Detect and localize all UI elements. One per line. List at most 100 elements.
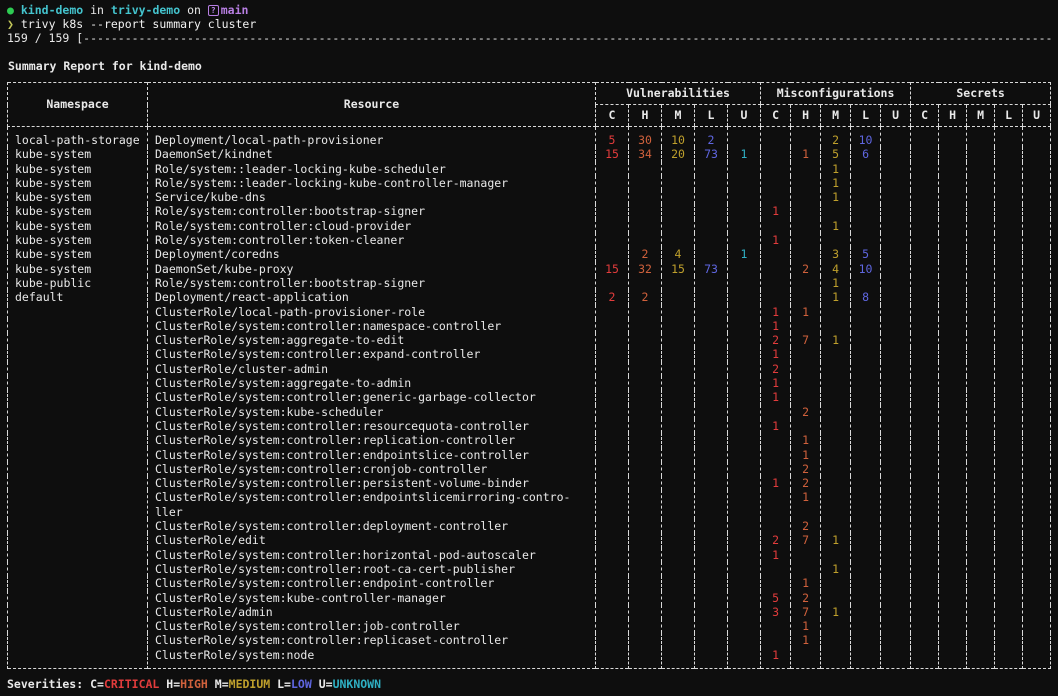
table-row: ClusterRole/system:controller:replicatio… [8, 433, 1051, 447]
legend-severity-name: CRITICAL [104, 677, 159, 691]
count-cell [596, 219, 629, 233]
count-cell [881, 333, 911, 347]
count-cell [596, 433, 629, 447]
count-cell: 5 [821, 147, 851, 161]
count-cell [851, 276, 881, 290]
count-cell [881, 405, 911, 419]
count-cell [761, 276, 791, 290]
count-cell [662, 605, 695, 619]
count-cell: 1 [821, 333, 851, 347]
count-cell [939, 533, 967, 547]
count-cell [662, 419, 695, 433]
namespace-cell [8, 333, 148, 347]
count-cell: 7 [791, 333, 821, 347]
table-row: kube-systemDaemonSet/kube-proxy153215732… [8, 262, 1051, 276]
count-cell [821, 548, 851, 562]
resource-cell: DaemonSet/kube-proxy [148, 262, 596, 276]
count-cell [791, 376, 821, 390]
prompt-status-icon: ● [7, 3, 14, 17]
terminal-screen[interactable]: ● kind-demo in trivy-demo on ?main ❯ tri… [0, 0, 1058, 694]
count-cell [911, 562, 939, 576]
count-cell [1023, 576, 1051, 590]
count-cell [967, 462, 995, 476]
resource-cell: ClusterRole/system:controller:generic-ga… [148, 390, 596, 404]
namespace-cell: kube-system [8, 262, 148, 276]
count-cell [851, 390, 881, 404]
table-row: kube-systemDaemonSet/kindnet153420731156 [8, 147, 1051, 161]
progress-line: 159 / 159 [-----------------------------… [7, 31, 1051, 45]
count-cell [596, 490, 629, 519]
table-row: ClusterRole/system:aggregate-to-admin1 [8, 376, 1051, 390]
count-cell [662, 576, 695, 590]
count-cell [911, 591, 939, 605]
severity-column-header: U [728, 105, 761, 127]
count-cell: 7 [791, 533, 821, 547]
severity-column-header: U [1023, 105, 1051, 127]
table-row: ClusterRole/cluster-admin2 [8, 362, 1051, 376]
count-cell [911, 347, 939, 361]
count-cell [761, 448, 791, 462]
count-cell [881, 176, 911, 190]
count-cell [911, 376, 939, 390]
count-cell [995, 591, 1023, 605]
count-cell [967, 147, 995, 161]
severity-column-header: H [939, 105, 967, 127]
legend-key: H= [166, 677, 180, 691]
count-cell [851, 376, 881, 390]
count-cell [596, 376, 629, 390]
table-row: ClusterRole/system:controller:job-contro… [8, 619, 1051, 633]
count-cell [791, 190, 821, 204]
resource-cell: ClusterRole/system:controller:endpoint-c… [148, 576, 596, 590]
count-cell [851, 519, 881, 533]
resource-cell: ClusterRole/system:node [148, 648, 596, 669]
count-cell [1023, 648, 1051, 669]
count-cell [851, 462, 881, 476]
count-cell [939, 548, 967, 562]
count-cell [629, 490, 662, 519]
count-cell [821, 519, 851, 533]
table-row: ClusterRole/system:controller:persistent… [8, 476, 1051, 490]
namespace-cell [8, 605, 148, 619]
count-cell [939, 262, 967, 276]
count-cell [911, 204, 939, 218]
count-cell [629, 362, 662, 376]
severity-column-header: M [821, 105, 851, 127]
count-cell [629, 448, 662, 462]
count-cell [695, 204, 728, 218]
count-cell [967, 376, 995, 390]
legend-item: L=LOW [277, 677, 312, 691]
count-cell [821, 376, 851, 390]
count-cell: 4 [662, 247, 695, 261]
resource-cell: Deployment/react-application [148, 290, 596, 304]
count-cell [728, 490, 761, 519]
count-cell [728, 591, 761, 605]
count-cell [995, 176, 1023, 190]
severity-column-header: H [791, 105, 821, 127]
count-cell [967, 605, 995, 619]
count-cell [596, 519, 629, 533]
table-row: kube-systemRole/system::leader-locking-k… [8, 162, 1051, 176]
resource-cell: Deployment/coredns [148, 247, 596, 261]
count-cell [596, 476, 629, 490]
namespace-cell [8, 390, 148, 404]
count-cell [596, 619, 629, 633]
count-cell [881, 219, 911, 233]
count-cell: 1 [761, 233, 791, 247]
namespace-cell [8, 562, 148, 576]
count-cell: 2 [791, 462, 821, 476]
count-cell [911, 390, 939, 404]
count-cell [911, 519, 939, 533]
count-cell [662, 633, 695, 647]
count-cell [881, 448, 911, 462]
table-row: kube-systemRole/system:controller:bootst… [8, 204, 1051, 218]
count-cell [695, 333, 728, 347]
count-cell [596, 247, 629, 261]
count-cell [911, 419, 939, 433]
count-cell [695, 576, 728, 590]
legend-item: M=MEDIUM [215, 677, 270, 691]
count-cell: 2 [791, 262, 821, 276]
count-cell: 34 [629, 147, 662, 161]
severity-column-header: C [911, 105, 939, 127]
count-cell [761, 262, 791, 276]
count-cell [1023, 633, 1051, 647]
